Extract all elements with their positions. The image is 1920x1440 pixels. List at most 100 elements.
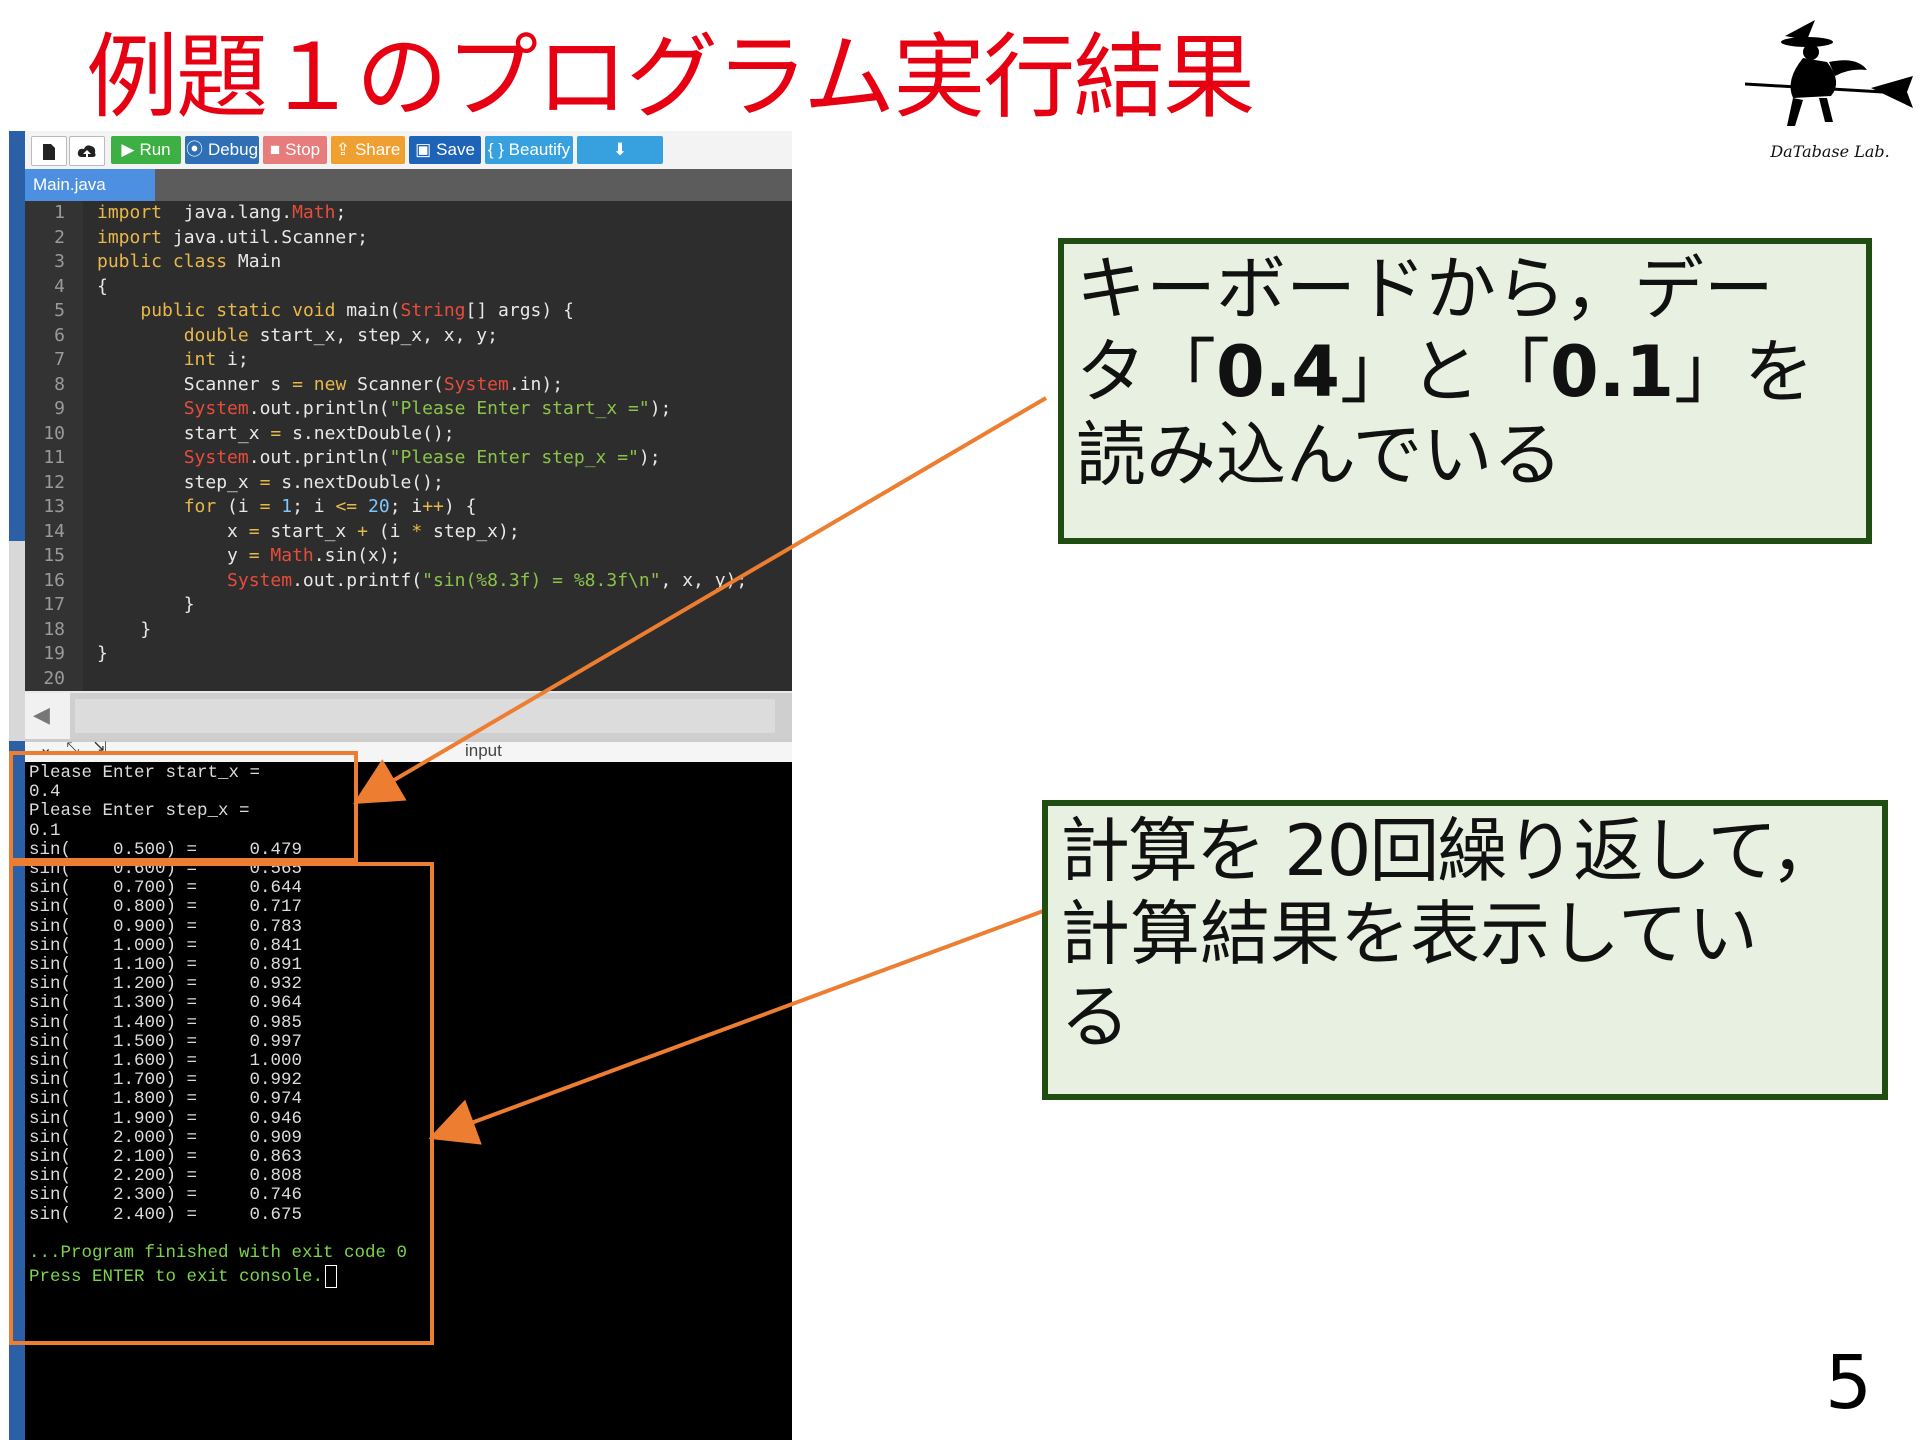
code-token: start_x, step_x, x, y; bbox=[248, 324, 498, 346]
line-number: 17 bbox=[43, 594, 65, 615]
input-highlight-box bbox=[9, 751, 358, 862]
line-number: 11 bbox=[43, 447, 65, 468]
code-token: { bbox=[97, 275, 108, 297]
code-token: = bbox=[292, 373, 303, 395]
save-button[interactable]: ▣ Save bbox=[409, 136, 481, 164]
input-callout-line1: キーボードから，デー bbox=[1076, 248, 1774, 330]
code-token: System bbox=[227, 569, 293, 591]
debug-icon: ⦿ bbox=[185, 140, 203, 159]
output-callout-line2: 計算結果を表示してい bbox=[1060, 893, 1758, 975]
line-number: 1 bbox=[54, 202, 65, 223]
code-token: } bbox=[97, 618, 152, 640]
tab-main-java[interactable]: Main.java bbox=[25, 169, 155, 201]
code-line: 20 bbox=[25, 667, 792, 692]
code-line: 15 y = Math.sin(x); bbox=[25, 544, 792, 569]
share-label: Share bbox=[354, 140, 401, 159]
line-number: 2 bbox=[54, 226, 65, 248]
code-line: 12 step_x = s.nextDouble(); bbox=[25, 471, 792, 496]
slide-title: 例題１のプログラム実行結果 bbox=[86, 24, 1255, 131]
code-token: , x, y); bbox=[660, 569, 748, 591]
code-line: 13 for (i = 1; i <= 20; i++) { bbox=[25, 495, 792, 520]
line-number: 18 bbox=[43, 618, 65, 640]
editor-tab-bar: Main.java bbox=[25, 169, 792, 201]
line-number: 3 bbox=[54, 251, 65, 272]
download-button[interactable]: ⬇ bbox=[577, 136, 663, 164]
stop-button[interactable]: ■ Stop bbox=[263, 136, 327, 164]
code-token: java.util.Scanner; bbox=[162, 226, 368, 248]
debug-button[interactable]: ⦿ Debug bbox=[185, 136, 259, 164]
beautify-button[interactable]: { } Beautify bbox=[485, 136, 573, 164]
debug-label: Debug bbox=[207, 140, 259, 159]
line-number: 12 bbox=[43, 471, 65, 493]
code-line: 5 public static void main(String[] args)… bbox=[25, 299, 792, 324]
code-line: 17 } bbox=[25, 593, 792, 618]
code-line: 18 } bbox=[25, 618, 792, 643]
code-line: 2 import java.util.Scanner; bbox=[25, 226, 792, 251]
code-token: start_x bbox=[97, 422, 271, 444]
code-token: static bbox=[216, 300, 282, 321]
ide-toolbar: ▶ Run ⦿ Debug ■ Stop ⇪ Share ▣ Save { } Beaut… bbox=[25, 131, 792, 170]
code-editor[interactable]: 1 import java.lang.Math; 2 import java.util… bbox=[25, 201, 792, 691]
code-token: start_x bbox=[259, 520, 358, 542]
code-line: 8 Scanner s = new Scanner(System.in); bbox=[25, 373, 792, 398]
line-number: 19 bbox=[43, 643, 65, 664]
code-token: class bbox=[172, 251, 228, 272]
code-line: 1 import java.lang.Math; bbox=[25, 201, 792, 226]
line-number: 15 bbox=[43, 545, 65, 566]
upload-icon bbox=[77, 144, 96, 159]
run-button[interactable]: ▶ Run bbox=[111, 136, 181, 164]
upload-button[interactable] bbox=[69, 136, 105, 166]
input-callout: キーボードから，デー タ「0.4」と「0.1」を 読み込んでいる bbox=[1058, 238, 1872, 544]
code-line: 4{ bbox=[25, 275, 792, 300]
input-callout-line2: タ「0.4」と「0.1」を bbox=[1076, 331, 1815, 413]
stop-label: Stop bbox=[285, 140, 321, 159]
code-line: 11 System.out.println("Please Enter step… bbox=[25, 446, 792, 471]
scroll-left-icon[interactable]: ◀ bbox=[33, 703, 50, 728]
code-token: void bbox=[292, 300, 336, 321]
output-callout-line3: る bbox=[1060, 976, 1130, 1058]
code-token: s.nextDouble(); bbox=[270, 471, 444, 493]
code-token: .sin(x); bbox=[313, 545, 401, 566]
code-token: "sin(%8.3f) = %8.3f\n" bbox=[422, 569, 661, 591]
save-label: Save bbox=[436, 140, 475, 159]
code-token: public bbox=[97, 251, 163, 272]
code-token: i; bbox=[216, 349, 249, 370]
input-value-step: 0.1 bbox=[1550, 331, 1675, 413]
code-token: = bbox=[248, 545, 260, 566]
code-token: = bbox=[270, 422, 282, 444]
code-token: .in); bbox=[508, 373, 564, 395]
line-number: 20 bbox=[43, 667, 65, 689]
output-highlight-box bbox=[9, 862, 434, 1345]
editor-horizontal-scrollbar[interactable]: ◀ bbox=[25, 693, 792, 739]
code-token: int bbox=[183, 349, 217, 370]
new-file-button[interactable] bbox=[31, 136, 67, 166]
line-number: 6 bbox=[54, 324, 65, 346]
code-line: 10 start_x = s.nextDouble(); bbox=[25, 422, 792, 447]
code-token: ; bbox=[335, 202, 347, 223]
code-token: x bbox=[97, 520, 249, 542]
line-number: 10 bbox=[43, 422, 65, 444]
code-token: ; i bbox=[292, 496, 336, 517]
code-token: Scanner( bbox=[346, 373, 444, 395]
code-token: main( bbox=[335, 300, 401, 321]
scrollbar-thumb[interactable] bbox=[75, 699, 775, 733]
input-callout-line3: 読み込んでいる bbox=[1076, 414, 1563, 496]
page-number: 5 bbox=[1825, 1340, 1873, 1426]
code-token: .out.println( bbox=[248, 447, 390, 468]
share-button[interactable]: ⇪ Share bbox=[331, 136, 405, 164]
code-token: 1 bbox=[281, 496, 293, 517]
code-token: for bbox=[183, 496, 217, 517]
code-line: 3 public class Main bbox=[25, 250, 792, 275]
code-token: double bbox=[183, 324, 249, 346]
code-token: System bbox=[183, 398, 249, 419]
floppy-icon: ▣ bbox=[415, 140, 432, 159]
